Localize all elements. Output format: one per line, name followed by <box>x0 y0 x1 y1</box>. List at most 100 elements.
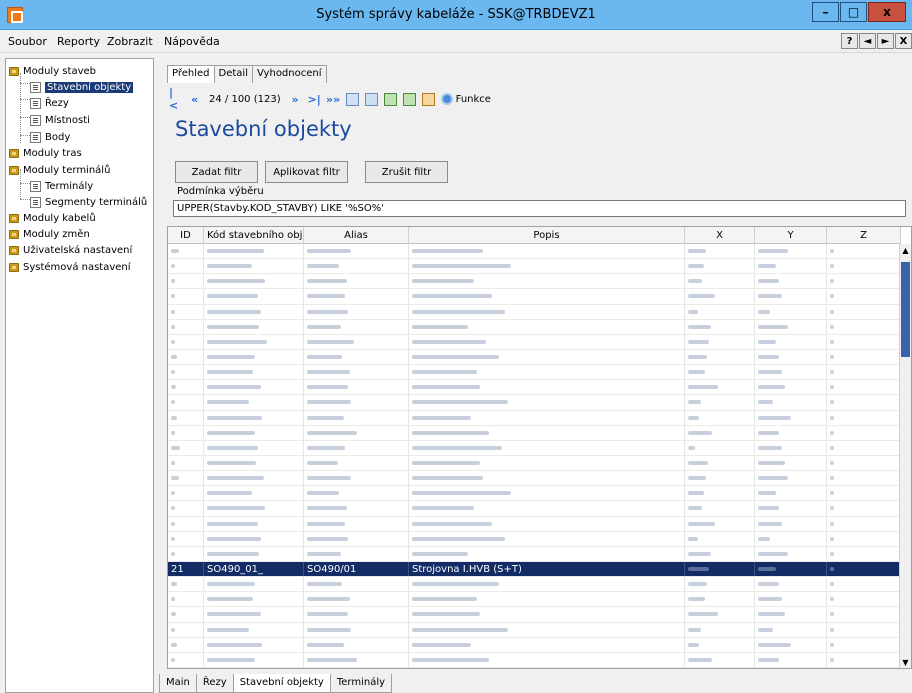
col-code[interactable]: Kód stavebního objektu <box>204 227 304 244</box>
tree-modules-cables[interactable]: Moduly kabelů <box>9 210 96 226</box>
table-row[interactable] <box>168 259 901 275</box>
next-page-icon[interactable]: » <box>289 93 302 106</box>
table-row[interactable] <box>168 637 901 653</box>
table-row[interactable] <box>168 349 901 366</box>
col-popis[interactable]: Popis <box>409 227 685 244</box>
table-row[interactable] <box>168 334 901 350</box>
table-row[interactable] <box>168 395 901 411</box>
tree-system-settings[interactable]: Systémová nastavení <box>9 259 131 275</box>
table-cell <box>755 455 827 471</box>
redacted-value <box>307 506 347 511</box>
table-cell <box>168 546 204 561</box>
doc-tab-sections[interactable]: Řezy <box>195 674 234 693</box>
table-row[interactable] <box>168 304 901 320</box>
table-row[interactable] <box>168 577 901 593</box>
tree-sections[interactable]: Řezy <box>30 95 69 111</box>
doc-tab-terminals[interactable]: Terminály <box>329 674 393 693</box>
menu-soubor[interactable]: Soubor <box>8 35 47 48</box>
table-cell <box>204 319 304 334</box>
copy-icon[interactable] <box>402 92 416 106</box>
tree-modules-terminals[interactable]: Moduly terminálů <box>9 162 110 178</box>
tree-modules-routes[interactable]: Moduly tras <box>9 145 82 161</box>
table-row[interactable] <box>168 274 901 290</box>
tree-points[interactable]: Body <box>30 129 70 145</box>
prev-window-button[interactable]: ◄ <box>859 33 876 49</box>
tree-terminals[interactable]: Terminály <box>30 178 93 194</box>
export-icon[interactable] <box>383 92 397 106</box>
menu-reporty[interactable]: Reporty <box>57 35 100 48</box>
redacted-value <box>207 279 265 284</box>
table-cell <box>304 652 409 667</box>
doc-tab-building-objects[interactable]: Stavební objekty <box>232 674 331 693</box>
table-row[interactable] <box>168 546 901 562</box>
condition-input[interactable]: UPPER(Stavby.KOD_STAVBY) LIKE '%SO%' <box>173 200 906 217</box>
table-row[interactable] <box>168 592 901 608</box>
first-record-icon[interactable]: |< <box>169 86 182 112</box>
col-alias[interactable]: Alias <box>304 227 409 244</box>
apply-filter-button[interactable]: Aplikovat filtr <box>265 161 348 183</box>
table-row[interactable] <box>168 652 901 668</box>
menu-napoveda[interactable]: Nápověda <box>164 35 220 48</box>
col-x[interactable]: X <box>685 227 755 244</box>
table-cell <box>827 440 901 455</box>
tab-evaluation[interactable]: Vyhodnocení <box>251 65 327 83</box>
tree-modules-changes[interactable]: Moduly změn <box>9 226 90 242</box>
scroll-up-icon[interactable]: ▲ <box>900 244 911 256</box>
funkce-menu[interactable]: Funkce <box>440 93 491 105</box>
maximize-button[interactable]: □ <box>840 2 867 22</box>
doc-tab-main[interactable]: Main <box>159 674 197 693</box>
table-row[interactable] <box>168 244 901 260</box>
menu-zobrazit[interactable]: Zobrazit <box>107 35 153 48</box>
table-row[interactable] <box>168 365 901 381</box>
table-cell <box>409 410 685 425</box>
table-cell <box>168 622 204 637</box>
tree-rooms[interactable]: Místnosti <box>30 112 90 128</box>
tab-overview[interactable]: Přehled <box>167 65 215 83</box>
set-filter-button[interactable]: Zadat filtr <box>175 161 258 183</box>
print-icon[interactable] <box>364 92 378 106</box>
col-id[interactable]: ID <box>168 227 204 244</box>
tree-user-settings[interactable]: Uživatelská nastavení <box>9 242 132 258</box>
col-y[interactable]: Y <box>755 227 827 244</box>
table-row[interactable] <box>168 607 901 623</box>
table-cell <box>755 334 827 349</box>
col-z[interactable]: Z <box>827 227 901 244</box>
help-button[interactable]: ? <box>841 33 858 49</box>
edit-icon[interactable] <box>421 92 435 106</box>
vertical-scrollbar[interactable]: ▲ ▼ <box>899 244 911 668</box>
table-row[interactable] <box>168 380 901 396</box>
scroll-thumb[interactable] <box>901 262 910 357</box>
table-row[interactable] <box>168 440 901 456</box>
table-row[interactable] <box>168 289 901 305</box>
fast-forward-icon[interactable]: »» <box>326 93 340 106</box>
table-row[interactable] <box>168 471 901 487</box>
minimize-button[interactable]: – <box>812 2 839 22</box>
redacted-value <box>171 582 177 587</box>
redacted-value <box>830 430 834 435</box>
table-row[interactable] <box>168 486 901 502</box>
tree-modules-buildings[interactable]: Moduly staveb <box>9 63 96 79</box>
table-row[interactable] <box>168 319 901 335</box>
prev-page-icon[interactable]: « <box>188 93 201 106</box>
next-window-button[interactable]: ► <box>877 33 894 49</box>
close-window-button[interactable]: X <box>895 33 912 49</box>
table-row[interactable] <box>168 455 901 472</box>
tab-detail[interactable]: Detail <box>213 65 253 83</box>
table-row[interactable] <box>168 516 901 532</box>
table-row[interactable] <box>168 410 901 426</box>
tree-terminal-segments[interactable]: Segmenty terminálů <box>30 194 147 210</box>
redacted-value <box>758 309 770 314</box>
table-row[interactable] <box>168 531 901 547</box>
cancel-filter-button[interactable]: Zrušit filtr <box>365 161 448 183</box>
tree-building-objects[interactable]: Stavební objekty <box>30 79 134 95</box>
close-button[interactable]: x <box>868 2 906 22</box>
last-record-icon[interactable]: >| <box>308 93 321 106</box>
scroll-down-icon[interactable]: ▼ <box>900 656 911 668</box>
redacted-value <box>688 370 705 375</box>
table-row[interactable] <box>168 501 901 517</box>
table-row[interactable] <box>168 622 901 638</box>
table-row[interactable] <box>168 425 901 441</box>
redacted-value <box>307 385 348 390</box>
table-row-selected[interactable]: 21 SO490_01_ SO490/01 Strojovna I.HVB (S+T) <box>168 561 901 578</box>
refresh-icon[interactable] <box>345 92 359 106</box>
